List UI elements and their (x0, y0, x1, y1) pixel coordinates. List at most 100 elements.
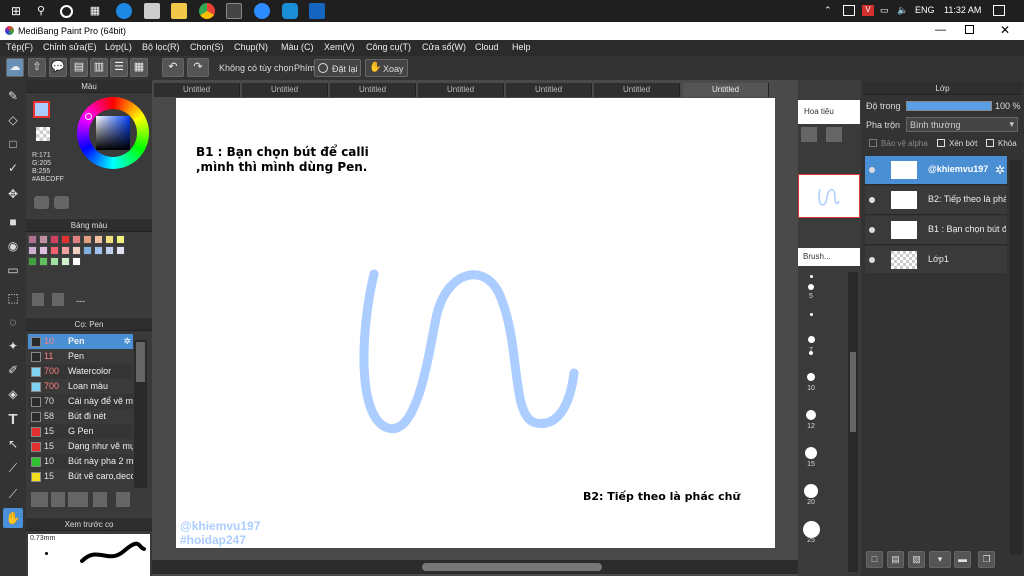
security-icon[interactable] (843, 5, 855, 16)
minimize-icon[interactable]: — (935, 24, 946, 36)
menu-select[interactable]: Chọn(S) (190, 42, 224, 52)
select-eraser-icon[interactable]: ◈ (3, 384, 23, 404)
brush-size-dot[interactable] (809, 275, 813, 278)
palette-swatch[interactable] (116, 246, 125, 255)
palette-swatch[interactable] (39, 235, 48, 244)
windows-start-icon[interactable]: ⊞ (8, 3, 24, 19)
undo-icon[interactable]: ↶ (162, 58, 184, 77)
clip-checkbox[interactable] (937, 139, 945, 147)
brush-item[interactable]: 700 Loan màu (28, 379, 133, 394)
gear-icon[interactable]: ✲ (995, 163, 1005, 177)
opacity-slider[interactable] (906, 101, 992, 111)
store-icon[interactable] (144, 3, 160, 19)
select-pen-icon[interactable]: ✐ (3, 360, 23, 380)
brush-settings-icon[interactable] (31, 492, 48, 507)
tab-untitled-5[interactable]: Untitled (506, 83, 592, 97)
brush-item[interactable]: 10 Bút này pha 2 màu (28, 454, 133, 469)
operation-tool-icon[interactable]: ↖ (3, 434, 23, 454)
tab-untitled-active[interactable]: Untitled (683, 83, 769, 97)
cloud-icon[interactable]: ☁ (6, 58, 24, 77)
move-tool-icon[interactable]: ✥ (3, 184, 23, 204)
palette-swatch[interactable] (28, 235, 37, 244)
menu-cloud[interactable]: Cloud (475, 42, 499, 52)
eraser-tool-icon[interactable]: ◇ (3, 110, 23, 130)
brush-size-dot[interactable] (806, 410, 816, 420)
zoom-out-icon[interactable] (826, 127, 842, 142)
menu-color[interactable]: Màu (C) (281, 42, 314, 52)
brush-item[interactable]: 70 Cái này để vẽ mây (28, 394, 133, 409)
menu-filter[interactable]: Bộ lọc(R) (142, 42, 180, 52)
primary-color-swatch[interactable] (33, 101, 50, 118)
copy-brush-icon[interactable] (93, 492, 107, 507)
menu-view[interactable]: Xem(V) (324, 42, 355, 52)
brush-size-scrollbar[interactable] (848, 272, 858, 572)
palette-swatch[interactable] (83, 235, 92, 244)
pen-tool-icon[interactable]: ✓ (3, 158, 23, 178)
vivaldi-tray-icon[interactable]: V (862, 5, 874, 16)
palette-swatch[interactable] (39, 246, 48, 255)
eye-icon[interactable] (869, 227, 875, 233)
menu-layer[interactable]: Lớp(L) (105, 42, 132, 52)
document-icon[interactable]: ▥ (90, 58, 108, 77)
layer-item[interactable]: @khiemvu197 ✲ (865, 156, 1007, 185)
edge-browser-icon[interactable] (116, 3, 132, 19)
brush-item[interactable]: 15 Dạng như vẽ mực (28, 439, 133, 454)
task-view-icon[interactable] (60, 5, 73, 18)
tab-untitled-1[interactable]: Untitled (154, 83, 240, 97)
palette-swatch[interactable] (83, 246, 92, 255)
maximize-icon[interactable] (965, 25, 974, 34)
list-icon[interactable]: ☰ (110, 58, 128, 77)
duplicate-layer-icon[interactable]: ❐ (978, 551, 995, 568)
fill-rect-tool-icon[interactable]: ■ (3, 212, 23, 232)
comment-icon[interactable]: 💬 (49, 58, 67, 77)
brush-item[interactable]: 15 G Pen (28, 424, 133, 439)
close-icon[interactable]: ✕ (1000, 23, 1010, 37)
gradient-tool-icon[interactable]: ▭ (3, 260, 23, 280)
new-brush-icon[interactable] (51, 492, 65, 507)
palette-swatch[interactable] (105, 235, 114, 244)
select-tool-icon[interactable]: ⬚ (3, 288, 23, 308)
rotate-button[interactable]: ✋ Xoay (365, 59, 408, 77)
brush-size-dot[interactable] (808, 284, 814, 290)
menu-window[interactable]: Cửa sổ(W) (422, 42, 466, 52)
brush-size-dot[interactable] (809, 313, 813, 316)
chat-icon[interactable]: ▤ (70, 58, 88, 77)
layer-item[interactable]: Lớp1 (865, 246, 1007, 275)
widgets-icon[interactable]: ▦ (87, 3, 103, 19)
volume-icon[interactable]: 🔈 (897, 5, 908, 16)
bucket-tool-icon[interactable]: ◉ (3, 236, 23, 256)
brush-size-dot[interactable] (802, 520, 820, 538)
app-icon[interactable] (309, 3, 325, 19)
color-swap-icon[interactable] (54, 196, 69, 209)
palette-swatch[interactable] (50, 235, 59, 244)
drawing-canvas[interactable]: B1 : Bạn chọn bút để calli ,mình thì mìn… (176, 98, 775, 548)
tab-untitled-3[interactable]: Untitled (330, 83, 416, 97)
brush-item[interactable]: 15 Bút vẽ caro,decor (28, 469, 133, 484)
add-brush-icon[interactable] (68, 492, 88, 507)
color-history-icon[interactable] (34, 196, 49, 209)
hand-tool-icon[interactable]: ✋ (3, 508, 23, 528)
tab-untitled-4[interactable]: Untitled (418, 83, 504, 97)
layer-item[interactable]: B2: Tiếp theo là phác chữ (865, 186, 1007, 215)
magic-wand-icon[interactable]: ✦ (3, 336, 23, 356)
palette-swatch[interactable] (61, 235, 70, 244)
blend-mode-select[interactable]: Bình thường ▾ (906, 117, 1018, 132)
secondary-color-swatch[interactable] (36, 127, 50, 141)
brush-size-dot[interactable] (807, 373, 815, 381)
notification-icon[interactable] (993, 5, 1005, 16)
medibang-taskbar-icon[interactable] (226, 3, 242, 19)
palette-swatch[interactable] (61, 257, 70, 266)
layer-folder-icon[interactable]: ▬ (954, 551, 971, 568)
gear-icon[interactable]: ✲ (123, 334, 131, 349)
new-halftone-layer-icon[interactable]: ▤ (887, 551, 904, 568)
network-icon[interactable]: ▭ (880, 5, 889, 16)
palette-swatch[interactable] (72, 257, 81, 266)
new-palette-icon[interactable] (32, 293, 44, 306)
layer-item[interactable]: B1 : Bạn chọn bút để calli (865, 216, 1007, 245)
palette-swatch[interactable] (39, 257, 48, 266)
lock-checkbox[interactable] (986, 139, 994, 147)
upload-icon[interactable]: ⇧ (28, 58, 46, 77)
palette-swatch[interactable] (50, 246, 59, 255)
palette-swatch[interactable] (61, 246, 70, 255)
menu-file[interactable]: Tệp(F) (6, 42, 33, 52)
